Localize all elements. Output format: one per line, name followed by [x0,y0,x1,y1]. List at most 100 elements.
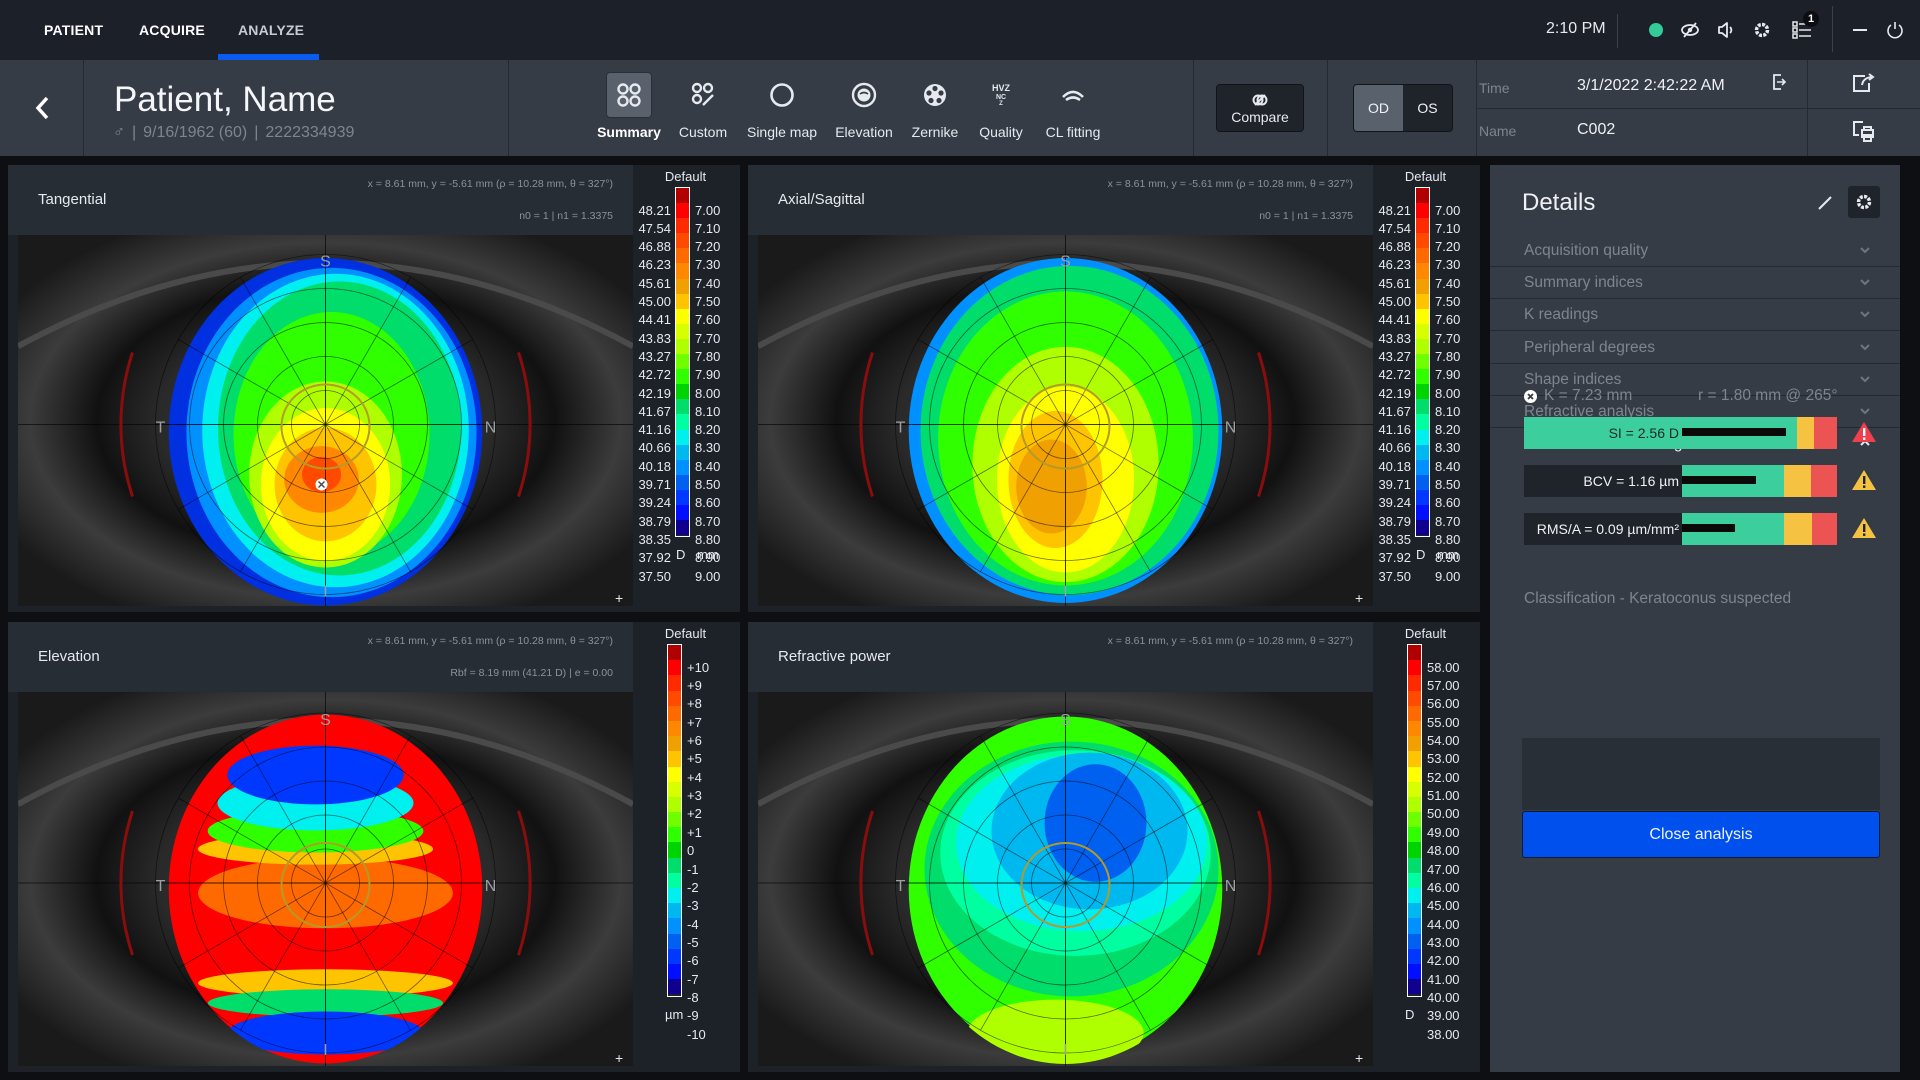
back-button[interactable] [26,90,58,126]
scale-label: 7.70 [695,330,721,346]
color-band [1416,504,1429,521]
accordion-acquisition-quality[interactable]: Acquisition quality [1490,235,1900,267]
tool-quality[interactable]: HVZ NC Z Quality [966,72,1036,147]
tool-summary[interactable]: Summary [594,72,664,147]
keratoconus-index-row: SI = 2.56 D [1524,417,1876,449]
scale-label: 54.00 [1427,733,1460,749]
scale-label: 49.00 [1427,824,1460,840]
custom-icon [680,72,726,118]
topography-map[interactable]: S N I T [18,692,633,1066]
scale-label: 57.00 [1427,678,1460,694]
scale-label: 47.54 [638,220,671,236]
map-title: Tangential [38,191,107,208]
accordion-summary-indices[interactable]: Summary indices [1490,267,1900,300]
visibility-off-icon[interactable] [1678,18,1702,42]
scale-label: 8.40 [695,458,721,474]
color-scale[interactable]: Default +10 +9 +8 +7 +6 +5 +4 +3 +2 +1 0 -1 -2 -3 -4 -5-… [633,622,738,1072]
range-suspect [1796,417,1814,449]
color-scale[interactable]: Default 7.00 7.10 7.20 7.30 7.40 7.50 7.60 7.70 7… [633,165,738,612]
volume-icon[interactable] [1714,18,1738,42]
close-analysis-button[interactable]: Close analysis [1522,811,1880,858]
color-band [668,903,681,919]
orientation-label-s: S [1060,254,1071,271]
scale-label: 7.20 [695,239,721,255]
scale-label: +7 [687,714,702,730]
divider [1327,60,1328,156]
connection-status-indicator [1649,23,1663,37]
settings-icon[interactable] [1750,18,1774,42]
sex-icon: ♂ [113,124,125,141]
scale-label: +2 [687,806,702,822]
scale-label: 38.35 [638,531,671,547]
color-band [1416,263,1429,279]
accordion-peripheral-degrees[interactable]: Peripheral degrees [1490,332,1900,364]
print-icon[interactable] [1851,119,1875,143]
notes-area[interactable] [1522,738,1880,810]
link-icon [1252,94,1268,106]
tool-single-map[interactable]: Single map [747,72,817,147]
scale-label: 8.10 [695,403,721,419]
tool-label: Single map [746,124,818,140]
scale-label: +8 [687,696,702,712]
scale-label: 42.72 [638,367,671,383]
color-band [1408,781,1421,797]
nav-acquire[interactable]: ACQUIRE [139,0,205,60]
topography-map[interactable]: S N I T [758,235,1373,606]
details-panel: Details Acquisition quality Summary indic… [1490,165,1900,1072]
color-band [1408,736,1421,752]
scale-label: -10 [687,1026,706,1042]
scale-label: 37.50 [1378,568,1411,584]
scale-label: 8.20 [1435,422,1461,438]
cursor-coordinates: x = 8.61 mm, y = -5.61 mm (ρ = 10.28 mm,… [367,178,613,190]
patient-name: Patient, Name [114,80,336,119]
color-scale[interactable]: Default 7.00 7.10 7.20 7.30 7.40 7.50 7.60 7.70 7… [1373,165,1478,612]
zoom-plus-icon[interactable]: + [615,590,623,606]
color-band [668,660,681,676]
zoom-plus-icon[interactable]: + [1355,1050,1363,1066]
color-band [1408,903,1421,919]
share-icon[interactable] [1851,71,1875,95]
zoom-plus-icon[interactable]: + [1355,590,1363,606]
exam-time: 3/1/2022 2:42:22 AM [1577,77,1725,94]
index-value-marker [1682,428,1786,436]
nav-patient[interactable]: PATIENT [44,0,103,60]
warning-icon [1852,470,1876,490]
accordion-k-readings[interactable]: K readings [1490,299,1900,332]
k-value: K = 7.23 mm [1544,387,1633,404]
scale-label: -3 [687,898,699,914]
color-band [668,979,681,995]
color-band [676,429,689,445]
edit-button[interactable] [1811,189,1839,217]
scale-label: 37.50 [638,568,671,584]
nav-analyze[interactable]: ANALYZE [238,0,304,60]
topography-map[interactable]: S N I T [18,235,633,606]
power-icon[interactable] [1883,18,1907,42]
contour-band [1016,439,1087,534]
export-exam-icon[interactable] [1767,70,1791,94]
scale-label: 40.18 [638,458,671,474]
details-settings-button[interactable] [1848,186,1880,218]
tool-custom[interactable]: Custom [668,72,738,147]
tool-zernike[interactable]: Zernike [900,72,970,147]
scale-label: 45.61 [638,275,671,291]
zernike-icon [912,72,958,118]
topography-map[interactable]: S N I T [758,692,1373,1066]
color-scale-title: Default [664,169,707,184]
scale-label: 7.40 [695,275,721,291]
eye-os-button[interactable]: OS [1403,85,1452,131]
zoom-plus-icon[interactable]: + [615,1050,623,1066]
eye-od-button[interactable]: OD [1354,85,1403,131]
color-scale[interactable]: Default 58.00 57.00 56.00 55.00 54.00 53.00 52.… [1373,622,1478,1072]
color-band [668,842,681,858]
compare-button[interactable]: Compare [1216,84,1304,132]
minimize-icon[interactable] [1848,18,1872,42]
scale-label: 7.70 [1435,330,1461,346]
scale-label: 46.88 [638,239,671,255]
tool-cl-fitting[interactable]: CL fitting [1038,72,1108,147]
tool-elevation[interactable]: Elevation [829,72,899,147]
orientation-label-t: T [156,878,166,895]
map-panel-axial-sagittal: Axial/Sagittal x = 8.61 mm, y = -5.61 mm … [748,165,1480,612]
scale-label: 39.24 [638,495,671,511]
patient-id: 2222334939 [265,124,355,141]
exam-name: C002 [1577,121,1616,138]
